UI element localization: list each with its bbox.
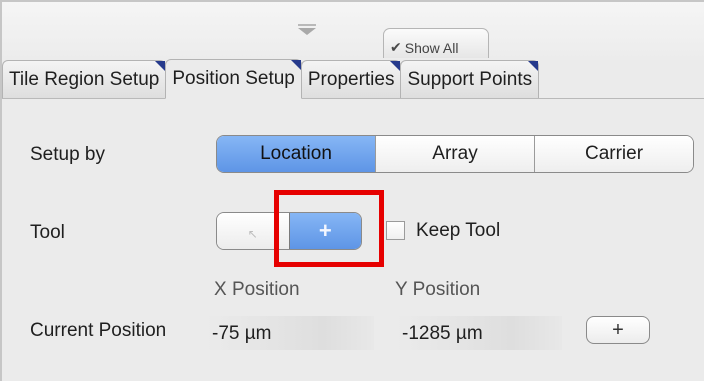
panel-frame: ✔ Show All Tile Region Setup Position Se… (0, 0, 704, 381)
x-position-header: X Position (214, 279, 300, 300)
keep-tool-label: Keep Tool (416, 220, 501, 241)
pointer-icon: ↖ (247, 227, 258, 241)
plus-icon: + (612, 318, 624, 341)
tab-support-points[interactable]: Support Points (400, 60, 540, 98)
checkmark-icon: ✔ (390, 39, 402, 55)
setup-by-carrier-button[interactable]: Carrier (535, 136, 693, 172)
setup-by-segmented-control: Location Array Carrier (216, 135, 694, 173)
tab-corner-marker-icon (528, 61, 539, 71)
add-current-position-button[interactable]: + (586, 316, 650, 344)
tab-position-setup[interactable]: Position Setup (165, 59, 302, 99)
tab-label: Tile Region Setup (9, 68, 160, 90)
tab-properties[interactable]: Properties (300, 60, 402, 98)
show-all-toggle[interactable]: ✔ Show All (383, 28, 489, 58)
tab-label: Position Setup (172, 68, 295, 89)
current-position-label: Current Position (30, 320, 167, 341)
show-all-label: Show All (404, 39, 459, 56)
y-position-value: -1285 µm (396, 316, 562, 350)
setup-by-location-button[interactable]: Location (217, 136, 376, 172)
tab-label: Properties (307, 68, 395, 90)
tool-label: Tool (30, 222, 65, 243)
x-position-value: -75 µm (206, 316, 374, 350)
tab-corner-marker-icon (155, 61, 166, 71)
collapse-arrow-icon[interactable] (298, 24, 316, 35)
tab-bar: Tile Region Setup Position Setup Propert… (2, 59, 704, 99)
panel-header-strip (2, 2, 704, 60)
tab-corner-marker-icon (290, 60, 301, 70)
keep-tool-checkbox[interactable] (386, 221, 405, 240)
tab-tile-region-setup[interactable]: Tile Region Setup (2, 60, 167, 98)
highlight-annotation-box (274, 190, 384, 267)
tab-label: Support Points (407, 68, 533, 90)
setup-by-label: Setup by (30, 144, 105, 165)
setup-by-array-button[interactable]: Array (376, 136, 535, 172)
y-position-header: Y Position (395, 279, 481, 300)
tab-corner-marker-icon (390, 61, 401, 71)
